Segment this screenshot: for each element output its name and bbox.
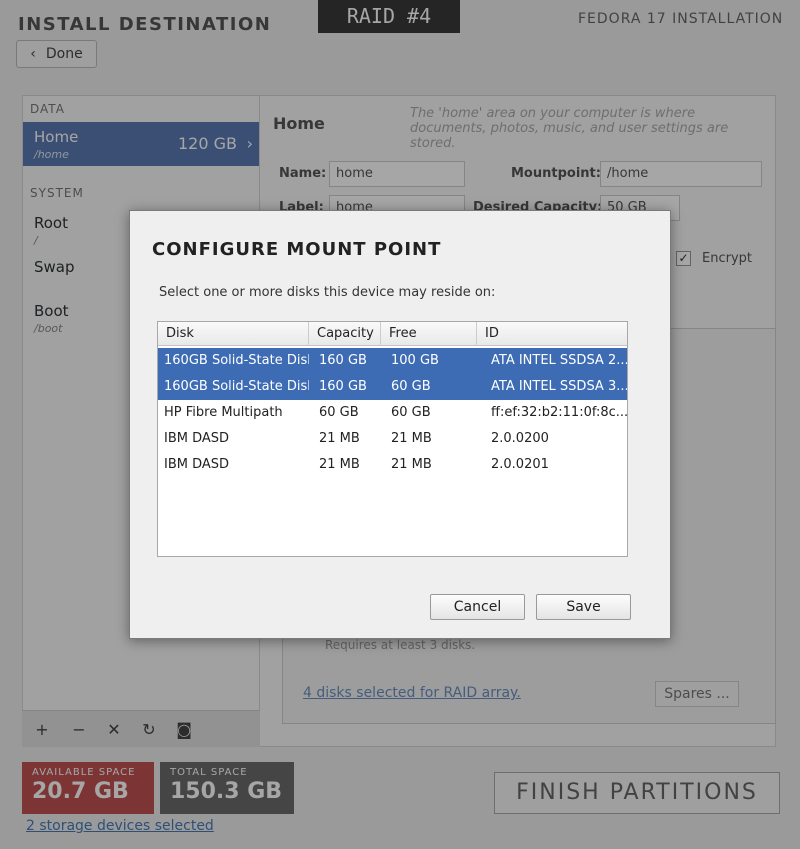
column-header-capacity[interactable]: Capacity xyxy=(309,322,381,346)
cell-capacity: 21 MB xyxy=(319,431,360,446)
table-row[interactable]: 160GB Solid-State Disk 160 GB 60 GB ATA … xyxy=(158,374,627,400)
cell-disk: 160GB Solid-State Disk xyxy=(164,379,309,394)
table-row[interactable]: HP Fibre Multipath 60 GB 60 GB ff:ef:32:… xyxy=(158,400,627,426)
cell-free: 100 GB xyxy=(391,353,439,368)
cell-disk: 160GB Solid-State Disk xyxy=(164,353,309,368)
table-row[interactable]: 160GB Solid-State Disk 160 GB 100 GB ATA… xyxy=(158,348,627,374)
table-header: Disk Capacity Free ID xyxy=(158,322,627,346)
save-button[interactable]: Save xyxy=(536,594,631,620)
cell-id: ff:ef:32:b2:11:0f:8c... xyxy=(491,405,627,420)
cell-free: 60 GB xyxy=(391,405,431,420)
cell-free: 60 GB xyxy=(391,379,431,394)
dialog-title: CONFIGURE MOUNT POINT xyxy=(152,239,442,260)
cell-capacity: 160 GB xyxy=(319,379,367,394)
cell-disk: IBM DASD xyxy=(164,431,230,446)
cancel-button[interactable]: Cancel xyxy=(430,594,525,620)
table-row[interactable]: IBM DASD 21 MB 21 MB 2.0.0201 xyxy=(158,452,627,478)
column-header-disk[interactable]: Disk xyxy=(158,322,309,346)
cell-id: ATA INTEL SSDSA 2... xyxy=(491,353,627,368)
table-row[interactable]: IBM DASD 21 MB 21 MB 2.0.0200 xyxy=(158,426,627,452)
cell-capacity: 160 GB xyxy=(319,353,367,368)
configure-mount-point-dialog: CONFIGURE MOUNT POINT Select one or more… xyxy=(129,210,671,639)
cell-free: 21 MB xyxy=(391,457,432,472)
cell-capacity: 60 GB xyxy=(319,405,359,420)
disk-table: Disk Capacity Free ID 160GB Solid-State … xyxy=(157,321,628,557)
cell-disk: IBM DASD xyxy=(164,457,230,472)
cell-free: 21 MB xyxy=(391,431,432,446)
cell-id: ATA INTEL SSDSA 3... xyxy=(491,379,627,394)
dialog-description: Select one or more disks this device may… xyxy=(159,285,496,300)
cell-capacity: 21 MB xyxy=(319,457,360,472)
column-header-id[interactable]: ID xyxy=(477,322,627,346)
cell-disk: HP Fibre Multipath xyxy=(164,405,283,420)
cell-id: 2.0.0201 xyxy=(491,457,549,472)
column-header-free[interactable]: Free xyxy=(381,322,477,346)
cell-id: 2.0.0200 xyxy=(491,431,549,446)
